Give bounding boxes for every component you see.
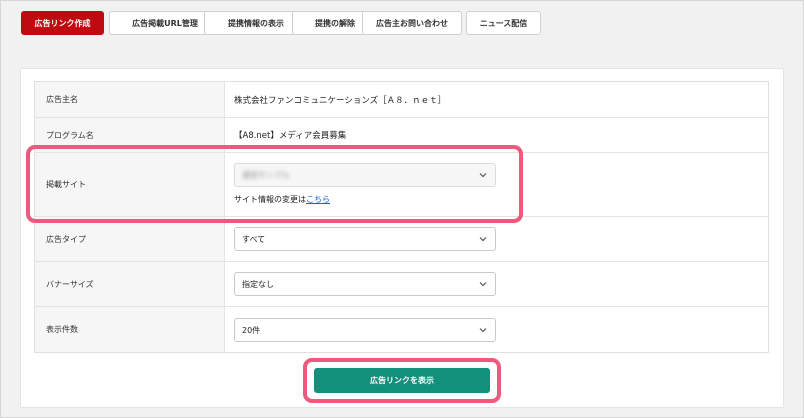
display-count-label: 表示件数: [35, 307, 225, 352]
ad-type-selected-value: すべて: [242, 234, 266, 244]
chevron-down-icon: [479, 173, 487, 178]
site-select[interactable]: 運営サンプル: [234, 163, 496, 187]
site-change-link[interactable]: こちら: [306, 195, 330, 204]
program-value: 【A8.net】メディア会員募集: [234, 131, 347, 141]
program-label: プログラム名: [35, 118, 225, 152]
form-row-site: 掲載サイト 運営サンプル サイト情報の変更はこちら: [35, 152, 768, 216]
form-row-display-count: 表示件数 20件: [35, 306, 768, 352]
display-count-select[interactable]: 20件: [234, 318, 496, 342]
tab-create-ad-link[interactable]: 広告リンク作成: [21, 11, 104, 35]
show-ad-link-button[interactable]: 広告リンクを表示: [314, 368, 490, 393]
advertiser-label: 広告主名: [35, 82, 225, 117]
tab-advertiser-inquiry[interactable]: 広告主お問い合わせ: [362, 11, 462, 35]
banner-size-select[interactable]: 指定なし: [234, 272, 496, 296]
form-row-ad-type: 広告タイプ すべて: [35, 216, 768, 261]
chevron-down-icon: [479, 237, 487, 242]
site-change-note: サイト情報の変更はこちら: [234, 194, 330, 205]
ad-type-select[interactable]: すべて: [234, 227, 496, 251]
banner-size-selected-value: 指定なし: [242, 279, 274, 289]
form-row-program: プログラム名 【A8.net】メディア会員募集: [35, 117, 768, 152]
ad-link-form: 広告主名 株式会社ファンコミュニケーションズ［Ａ８．ｎｅｔ］ プログラム名 【A…: [34, 81, 769, 353]
tab-news[interactable]: ニュース配信: [466, 11, 541, 35]
advertiser-value: 株式会社ファンコミュニケーションズ［Ａ８．ｎｅｔ］: [234, 95, 447, 106]
chevron-down-icon: [479, 282, 487, 287]
form-row-advertiser: 広告主名 株式会社ファンコミュニケーションズ［Ａ８．ｎｅｔ］: [35, 82, 768, 117]
display-count-selected-value: 20件: [242, 325, 261, 335]
site-label: 掲載サイト: [35, 153, 225, 216]
chevron-down-icon: [479, 328, 487, 333]
site-selected-value: 運営サンプル: [242, 170, 290, 180]
site-change-text: サイト情報の変更は: [234, 195, 306, 204]
banner-size-label: バナーサイズ: [35, 262, 225, 306]
form-row-banner-size: バナーサイズ 指定なし: [35, 261, 768, 306]
ad-type-label: 広告タイプ: [35, 217, 225, 261]
